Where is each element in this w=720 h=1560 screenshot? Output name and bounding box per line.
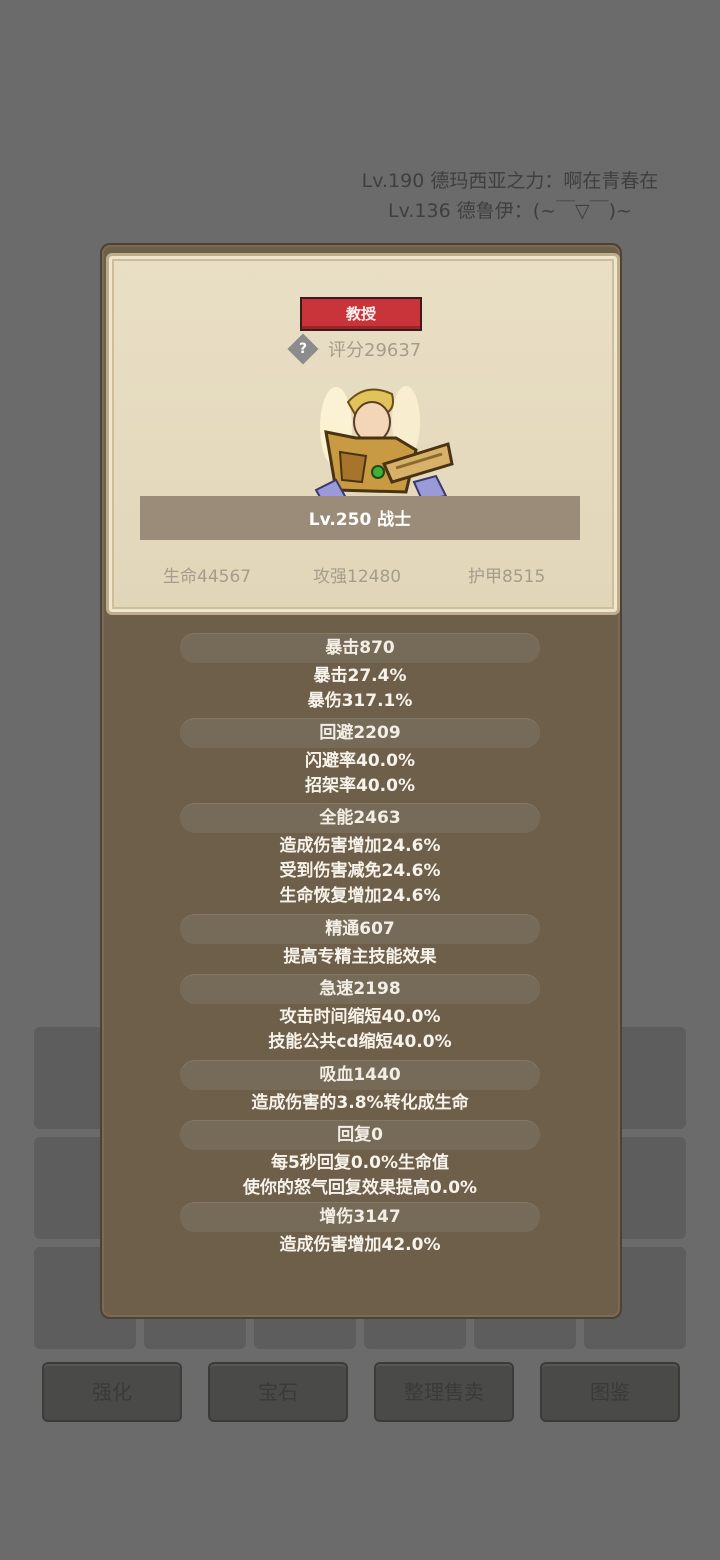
armor-stat: 护甲8515 [468, 567, 546, 587]
attack-stat: 攻强12480 [313, 567, 402, 587]
attr-line: 使你的怒气回复效果提高0.0% [242, 1178, 478, 1198]
attr-line: 攻击时间缩短40.0% [279, 1007, 441, 1027]
attr-header-dodge: 回避2209 [180, 718, 540, 748]
help-icon[interactable]: ? [287, 333, 319, 365]
collection-button[interactable]: 图鉴 [540, 1362, 680, 1422]
battle-log-line: Lv.136 德鲁伊：(~￣▽￣)~ [388, 200, 632, 222]
attr-line: 造成伤害的3.8%转化成生命 [251, 1093, 469, 1113]
attr-line: 造成伤害增加42.0% [279, 1235, 441, 1255]
sort-sell-button[interactable]: 整理售卖 [374, 1362, 514, 1422]
hero-name-bar: Lv.250 战士 [140, 496, 580, 540]
attr-header-regen: 回复0 [180, 1120, 540, 1150]
attr-header-lifesteal: 吸血1440 [180, 1060, 540, 1090]
attr-header-versatility: 全能2463 [180, 803, 540, 833]
attr-line: 招架率40.0% [305, 776, 415, 796]
score-text: 评分29637 [328, 340, 422, 361]
attr-line: 每5秒回复0.0%生命值 [271, 1153, 449, 1173]
attr-line: 技能公共cd缩短40.0% [268, 1032, 452, 1052]
attr-header-crit: 暴击870 [180, 633, 540, 663]
gem-button[interactable]: 宝石 [208, 1362, 348, 1422]
attr-line: 生命恢复增加24.6% [279, 886, 441, 906]
battle-log-line: Lv.190 德玛西亚之力：啊在青春在 [361, 170, 659, 192]
attr-line: 闪避率40.0% [305, 751, 415, 771]
enhance-button[interactable]: 强化 [42, 1362, 182, 1422]
attr-header-mastery: 精通607 [180, 914, 540, 944]
score-row: ? 评分29637 [287, 333, 422, 365]
hp-stat: 生命44567 [163, 567, 252, 587]
attr-header-haste: 急速2198 [180, 974, 540, 1004]
attr-line: 暴伤317.1% [307, 691, 413, 711]
rank-badge: 教授 [300, 297, 422, 331]
attr-header-damage-boost: 增伤3147 [180, 1202, 540, 1232]
attr-line: 受到伤害减免24.6% [279, 861, 441, 881]
attr-line: 造成伤害增加24.6% [279, 836, 441, 856]
attr-line: 暴击27.4% [313, 666, 407, 686]
attr-line: 提高专精主技能效果 [283, 947, 437, 967]
